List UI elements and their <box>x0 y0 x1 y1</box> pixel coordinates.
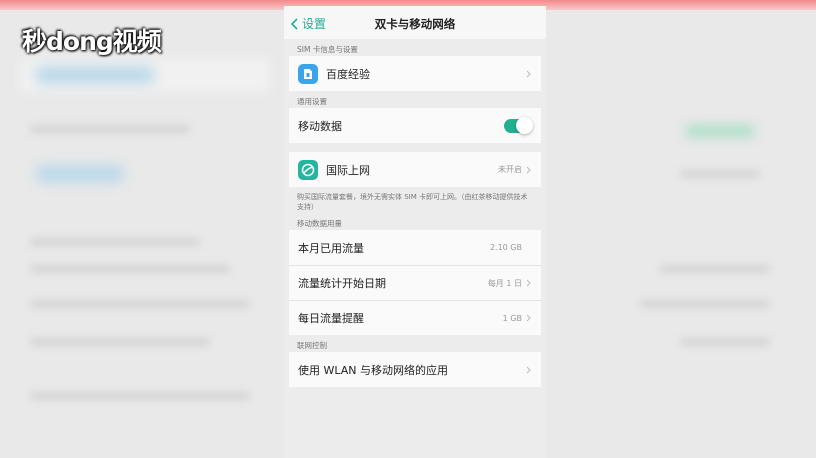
usage-label: 流量统计开始日期 <box>298 277 386 290</box>
blurred-line <box>30 338 210 346</box>
usage-group: 本月已用流量 2.10 GB 流量统计开始日期 每月 1 日 每日流量提醒 1 … <box>289 230 541 335</box>
navigation-bar: 设置 双卡与移动网络 <box>284 6 546 39</box>
usage-value: 1 GB <box>502 313 522 323</box>
blurred-line <box>640 300 770 308</box>
blurred-line <box>30 300 250 308</box>
mobile-data-row: 移动数据 <box>289 108 541 143</box>
blurred-line <box>30 392 250 400</box>
chevron-right-icon <box>526 279 532 287</box>
sim-card-label: 百度经验 <box>326 67 370 81</box>
usage-row-monthly: 本月已用流量 2.10 GB <box>289 230 541 265</box>
mobile-data-label: 移动数据 <box>298 119 342 133</box>
blurred-toggle <box>685 126 755 136</box>
intl-net-label: 国际上网 <box>326 163 370 177</box>
chevron-right-icon <box>526 70 532 78</box>
mobile-data-toggle[interactable] <box>504 116 533 134</box>
usage-value: 2.10 GB <box>489 243 522 252</box>
page-title: 双卡与移动网络 <box>374 17 456 31</box>
network-control-group: 使用 WLAN 与移动网络的应用 <box>289 352 541 387</box>
wlan-apps-row[interactable]: 使用 WLAN 与移动网络的应用 <box>289 352 541 387</box>
watermark-logo: 秒dong视频 <box>22 27 162 56</box>
section-label-general: 通用设置 <box>297 97 327 106</box>
chevron-right-icon <box>526 366 532 374</box>
usage-value: 每月 1 日 <box>487 278 522 288</box>
chevron-right-icon <box>526 166 532 174</box>
section-label-usage: 移动数据用量 <box>297 219 342 228</box>
blurred-line <box>30 238 200 246</box>
settings-panel: 设置 双卡与移动网络 SIM 卡信息与设置 百度经验 通用设置 移动数据 国际上… <box>284 6 546 458</box>
section-label-network-control: 联网控制 <box>297 341 327 350</box>
intl-net-note: 购买国际流量套餐，境外无需实体 SIM 卡即可上网。（由红茶移动提供技术支持） <box>297 193 528 211</box>
usage-row-start-date[interactable]: 流量统计开始日期 每月 1 日 <box>289 265 541 300</box>
general-group: 移动数据 <box>289 108 541 143</box>
blurred-line <box>680 170 760 178</box>
sim-card-group: 百度经验 <box>289 56 541 91</box>
sim-card-row[interactable]: 百度经验 <box>289 56 541 91</box>
blurred-line <box>30 265 230 273</box>
globe-plane-icon <box>298 159 318 180</box>
intl-net-row[interactable]: 国际上网 未开启 <box>289 152 541 187</box>
chevron-right-icon <box>526 314 532 322</box>
usage-label: 每日流量提醒 <box>298 312 364 325</box>
blurred-line <box>30 125 190 133</box>
usage-label: 本月已用流量 <box>298 241 364 255</box>
blurred-line <box>680 338 770 346</box>
sim-card-icon <box>298 63 318 84</box>
section-label-sim: SIM 卡信息与设置 <box>297 45 358 54</box>
blurred-line <box>660 265 770 273</box>
blurred-highlight <box>35 165 125 183</box>
wlan-apps-label: 使用 WLAN 与移动网络的应用 <box>298 363 449 377</box>
intl-net-group: 国际上网 未开启 <box>289 152 541 187</box>
toggle-knob <box>516 116 533 134</box>
blurred-highlight <box>35 66 155 84</box>
usage-row-daily-alert[interactable]: 每日流量提醒 1 GB <box>289 300 541 335</box>
intl-net-status: 未开启 <box>498 165 522 174</box>
